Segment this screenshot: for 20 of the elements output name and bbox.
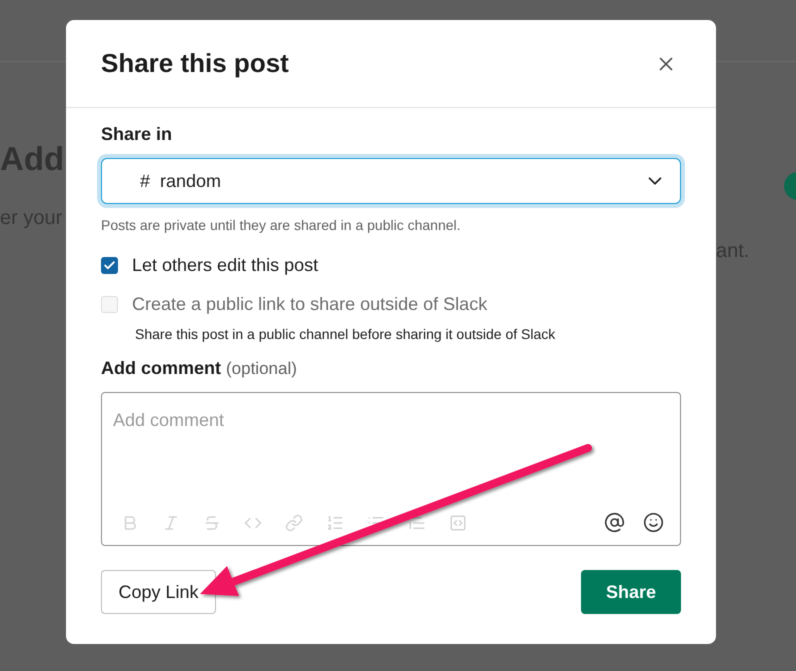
optional-note: (optional) [226,358,297,380]
link-icon[interactable] [285,514,303,532]
comment-input[interactable]: Add comment [113,407,669,434]
field-label: Share in [101,123,174,146]
italic-icon[interactable] [162,514,180,532]
option-note: Share this post in a public channel before sharing it outside of Slack [135,325,556,344]
checkbox-option[interactable]: Let others edit this post [101,252,681,279]
field-label: Add comment [101,357,222,380]
hint-text: Posts are private until they are shared in a public channel. [101,216,462,235]
emoji-icon[interactable] [643,512,664,533]
dialog-title: Share this post [101,47,289,80]
code-block-icon[interactable] [449,514,467,532]
checkbox[interactable] [101,257,118,274]
check-icon [103,259,116,272]
strikethrough-icon[interactable] [203,514,221,532]
copy-link-button[interactable]: Copy Link [101,570,216,614]
numbered-list-icon[interactable] [326,514,344,532]
comment-box[interactable]: Add comment [101,392,681,546]
mention-icon[interactable] [604,512,625,533]
share-button[interactable]: Share [581,570,681,614]
